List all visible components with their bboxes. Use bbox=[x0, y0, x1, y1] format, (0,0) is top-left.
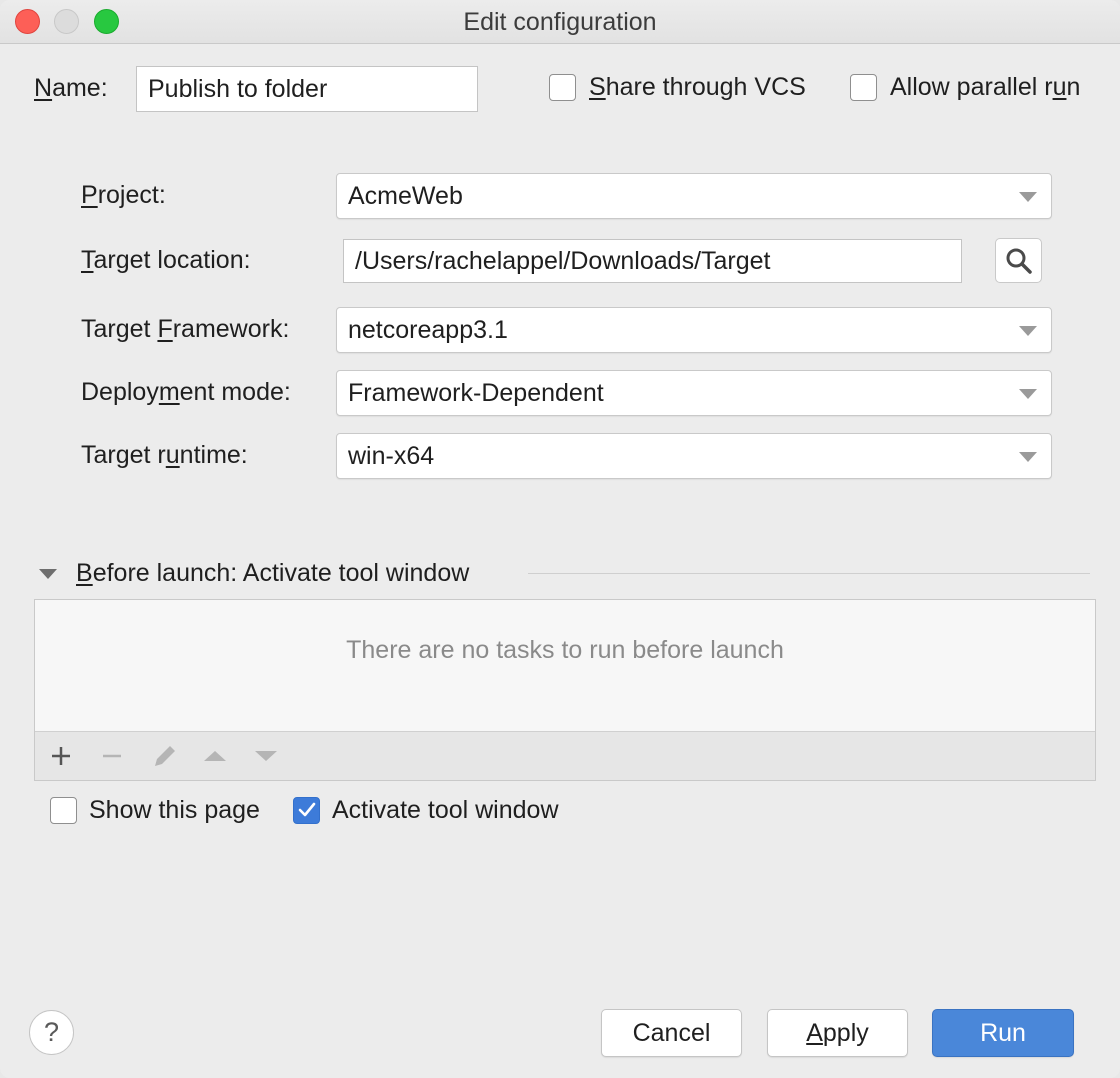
target-framework-text-a: Target bbox=[81, 315, 158, 343]
name-label-mnemonic: N bbox=[34, 74, 53, 102]
target-runtime-label: Target runtime: bbox=[81, 441, 248, 470]
target-runtime-text-b: ntime: bbox=[179, 441, 248, 469]
show-page-checkbox[interactable] bbox=[50, 797, 77, 824]
share-vcs-mnemonic: S bbox=[589, 73, 606, 101]
minus-icon bbox=[103, 754, 121, 758]
pencil-icon bbox=[155, 746, 175, 766]
before-launch-mnemonic: B bbox=[76, 559, 93, 587]
search-icon bbox=[1006, 248, 1032, 274]
project-mnemonic: P bbox=[81, 181, 98, 209]
allow-parallel-text-a: Allow parallel r bbox=[890, 73, 1053, 101]
target-location-mnemonic: T bbox=[81, 246, 94, 274]
move-task-up-button[interactable] bbox=[195, 732, 235, 780]
apply-rest: pply bbox=[822, 1018, 869, 1047]
chevron-down-icon bbox=[1019, 389, 1037, 399]
share-vcs-rest: hare through VCS bbox=[605, 73, 806, 101]
edit-task-button[interactable] bbox=[145, 732, 185, 780]
remove-task-button[interactable] bbox=[92, 732, 132, 780]
target-runtime-mnemonic: u bbox=[165, 441, 180, 469]
target-location-rest: arget location: bbox=[93, 246, 251, 274]
deployment-mode-text-b: ent mode: bbox=[179, 378, 291, 406]
name-label: Name: bbox=[34, 74, 108, 103]
target-framework-label: Target Framework: bbox=[81, 315, 289, 344]
target-framework-text-b: ramework: bbox=[172, 315, 290, 343]
target-framework-dropdown[interactable]: netcoreapp3.1 bbox=[336, 307, 1052, 353]
edit-configuration-dialog: Edit configuration Name: Publish to fold… bbox=[0, 0, 1120, 1078]
deployment-mode-value: Framework-Dependent bbox=[348, 378, 604, 407]
project-value: AcmeWeb bbox=[348, 181, 463, 210]
name-input-value: Publish to folder bbox=[148, 74, 328, 103]
checkmark-icon bbox=[298, 802, 316, 817]
share-vcs-checkbox[interactable] bbox=[549, 74, 576, 101]
section-divider bbox=[528, 573, 1090, 574]
name-label-rest: ame: bbox=[52, 74, 108, 102]
allow-parallel-label[interactable]: Allow parallel run bbox=[890, 73, 1080, 102]
move-task-down-button[interactable] bbox=[246, 732, 286, 780]
project-rest: roject: bbox=[97, 181, 166, 209]
empty-tasks-text: There are no tasks to run before launch bbox=[346, 636, 784, 664]
activate-tool-window-checkbox[interactable] bbox=[293, 797, 320, 824]
apply-button[interactable]: Apply bbox=[767, 1009, 908, 1057]
plus-icon bbox=[52, 747, 70, 765]
target-runtime-value: win-x64 bbox=[348, 441, 435, 470]
question-mark-icon: ? bbox=[43, 1017, 60, 1047]
deployment-mode-dropdown[interactable]: Framework-Dependent bbox=[336, 370, 1052, 416]
deployment-mode-mnemonic: m bbox=[158, 378, 180, 406]
target-framework-value: netcoreapp3.1 bbox=[348, 315, 508, 344]
title-bar[interactable]: Edit configuration bbox=[0, 0, 1120, 44]
add-task-button[interactable] bbox=[41, 732, 81, 780]
window-title: Edit configuration bbox=[463, 8, 657, 36]
allow-parallel-mnemonic: u bbox=[1052, 73, 1067, 101]
before-launch-rest: efore launch: Activate tool window bbox=[92, 559, 470, 587]
allow-parallel-text-b: n bbox=[1066, 73, 1081, 101]
activate-tool-window-label[interactable]: Activate tool window bbox=[332, 796, 559, 825]
show-page-label[interactable]: Show this page bbox=[89, 796, 260, 825]
target-framework-mnemonic: F bbox=[157, 315, 173, 343]
target-location-label: Target location: bbox=[81, 246, 251, 275]
name-input[interactable]: Publish to folder bbox=[136, 66, 478, 112]
target-runtime-text-a: Target r bbox=[81, 441, 166, 469]
cancel-button[interactable]: Cancel bbox=[601, 1009, 742, 1057]
before-launch-title[interactable]: Before launch: Activate tool window bbox=[76, 559, 469, 588]
task-toolbar bbox=[35, 731, 1095, 780]
share-vcs-label[interactable]: Share through VCS bbox=[589, 73, 806, 102]
target-runtime-dropdown[interactable]: win-x64 bbox=[336, 433, 1052, 479]
arrow-up-icon bbox=[204, 751, 226, 761]
run-button[interactable]: Run bbox=[932, 1009, 1074, 1057]
deployment-mode-label: Deployment mode: bbox=[81, 378, 291, 407]
target-location-value: /Users/rachelappel/Downloads/Target bbox=[355, 246, 771, 275]
browse-button[interactable] bbox=[995, 238, 1042, 283]
disclosure-triangle-icon[interactable] bbox=[39, 569, 57, 579]
chevron-down-icon bbox=[1019, 192, 1037, 202]
arrow-down-icon bbox=[255, 751, 277, 761]
project-dropdown[interactable]: AcmeWeb bbox=[336, 173, 1052, 219]
target-location-input[interactable]: /Users/rachelappel/Downloads/Target bbox=[343, 239, 962, 283]
chevron-down-icon bbox=[1019, 326, 1037, 336]
allow-parallel-checkbox[interactable] bbox=[850, 74, 877, 101]
help-button[interactable]: ? bbox=[29, 1010, 74, 1055]
chevron-down-icon bbox=[1019, 452, 1037, 462]
project-label: Project: bbox=[81, 181, 166, 210]
apply-mnemonic: A bbox=[806, 1018, 823, 1047]
before-launch-task-list[interactable]: There are no tasks to run before launch bbox=[34, 599, 1096, 781]
deployment-mode-text-a: Deploy bbox=[81, 378, 159, 406]
